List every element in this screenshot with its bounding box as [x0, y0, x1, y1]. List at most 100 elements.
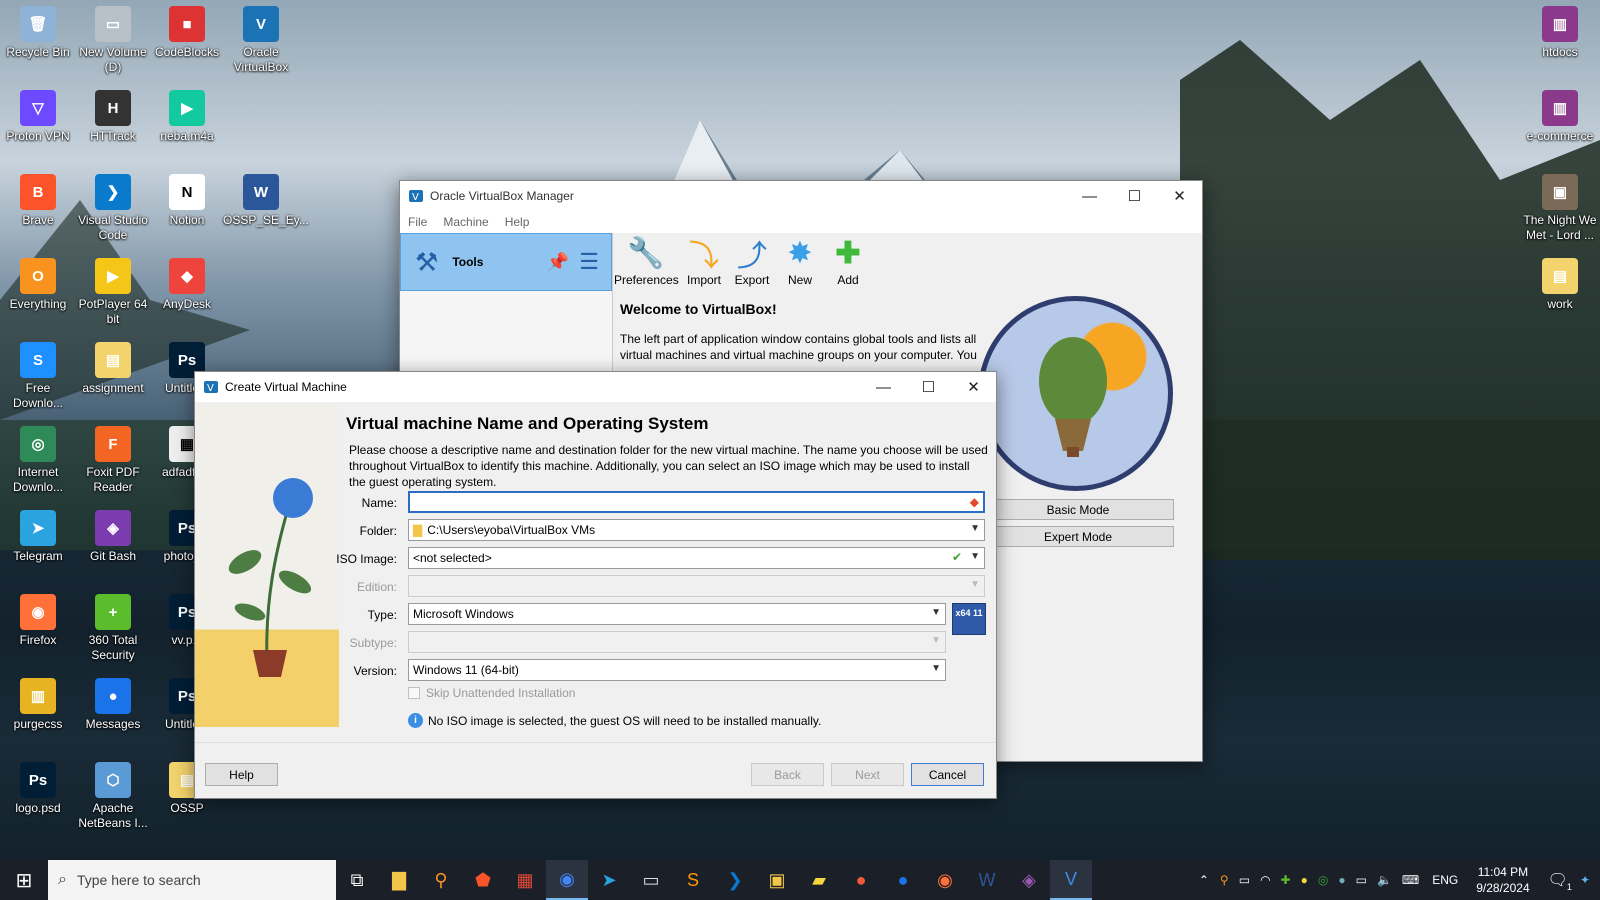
menu-machine[interactable]: Machine [443, 215, 488, 229]
close-button[interactable]: ✕ [1157, 181, 1202, 211]
desktop-icon[interactable]: ▤ work [1522, 258, 1598, 312]
desktop-icon[interactable]: ▶ PotPlayer 64 bit [75, 258, 151, 327]
desktop-icon[interactable]: ▶ neba.m4a [149, 90, 225, 144]
sticky-notes-icon[interactable]: ▰ [798, 860, 840, 900]
dialog-titlebar[interactable]: V Create Virtual Machine — ☐ ✕ [195, 372, 996, 402]
search-box[interactable]: ⌕ Type here to search [48, 860, 336, 900]
desktop-icon[interactable]: N Notion [149, 174, 225, 228]
desktop-icon[interactable]: B Brave [0, 174, 76, 228]
maximize-button[interactable]: ☐ [906, 372, 951, 402]
wifi-icon[interactable]: ◠ [1260, 873, 1270, 887]
desktop-icon[interactable]: ◆ AnyDesk [149, 258, 225, 312]
clock[interactable]: 11:04 PM 9/28/2024 [1476, 864, 1529, 896]
tray-app-icon[interactable]: ▭ [1239, 873, 1250, 887]
app-icon[interactable]: ▣ [756, 860, 798, 900]
tools-item[interactable]: ⚒ Tools 📌 ☰ [400, 233, 612, 291]
virtualbox-taskbar-icon[interactable]: V [1050, 860, 1092, 900]
desktop-icon[interactable]: V Oracle VirtualBox [223, 6, 299, 75]
minimize-button[interactable]: — [1067, 181, 1112, 211]
close-button[interactable]: ✕ [951, 372, 996, 402]
vscode-icon[interactable]: ❯ [714, 860, 756, 900]
language-indicator[interactable]: ENG [1432, 873, 1458, 887]
back-button[interactable]: Back [751, 763, 824, 786]
tray-search-icon[interactable]: ⚲ [1220, 873, 1229, 887]
skip-unattended-checkbox[interactable]: Skip Unattended Installation [408, 686, 575, 700]
tray-360-icon[interactable]: ● [1301, 873, 1308, 887]
desktop-icon[interactable]: ➤ Telegram [0, 510, 76, 564]
folder-select[interactable]: ▇ C:\Users\eyoba\VirtualBox VMs ▼ [408, 519, 985, 541]
name-field[interactable]: ◆ [408, 491, 985, 513]
desktop-icon[interactable]: ▥ e-commerce [1522, 90, 1598, 144]
desktop-icon[interactable]: ◎ Internet Downlo... [0, 426, 76, 495]
desktop-icon[interactable]: ⬡ Apache NetBeans I... [75, 762, 151, 831]
shield-icon[interactable]: ✚ [1281, 873, 1291, 887]
export-button[interactable]: ⤴ Export [730, 233, 774, 291]
desktop-icon[interactable]: ● Messages [75, 678, 151, 732]
copilot-icon[interactable]: ✦ [1580, 873, 1590, 887]
create-vm-dialog[interactable]: V Create Virtual Machine — ☐ ✕ Virtual m… [194, 371, 997, 799]
expert-mode-button[interactable]: Expert Mode [982, 526, 1174, 547]
chevron-up-icon[interactable]: ⌃ [1199, 873, 1209, 887]
menu-help[interactable]: Help [505, 215, 530, 229]
preferences-button[interactable]: 🔧 Preferences [614, 233, 679, 291]
import-button[interactable]: ⤵ Import [682, 233, 726, 291]
basic-mode-button[interactable]: Basic Mode [982, 499, 1174, 520]
desktop-icon[interactable]: 🗑 Recycle Bin [0, 6, 76, 60]
desktop-icon[interactable]: ▣ The Night We Met - Lord ... [1522, 174, 1598, 243]
notification-icon[interactable]: 🗨 1 [1548, 870, 1572, 892]
manager-titlebar[interactable]: V Oracle VirtualBox Manager — ☐ ✕ [400, 181, 1202, 211]
desktop-icon[interactable]: ▽ Proton VPN [0, 90, 76, 144]
keyboard-icon[interactable]: ⌨ [1402, 873, 1419, 887]
desktop-icon[interactable]: W OSSP_SE_Ey... [223, 174, 309, 228]
desktop-icon[interactable]: +360 Total Security [75, 594, 151, 663]
start-button[interactable]: ⊞ [0, 860, 48, 900]
tray-vpn-icon[interactable]: ● [1338, 873, 1345, 887]
desktop-icon[interactable]: ◉ Firefox [0, 594, 76, 648]
desktop-icon[interactable]: ■ CodeBlocks [149, 6, 225, 60]
new-button[interactable]: ✸ New [778, 233, 822, 291]
file-explorer-icon[interactable]: ▇ [378, 860, 420, 900]
app-red-icon[interactable]: ● [840, 860, 882, 900]
desktop-icon[interactable]: ▥ purgecss [0, 678, 76, 732]
desktop-icon[interactable]: F Foxit PDF Reader [75, 426, 151, 495]
edition-select[interactable]: ▼ [408, 575, 985, 597]
version-select[interactable]: Windows 11 (64-bit) ▼ [408, 659, 946, 681]
desktop-icon[interactable]: ▥ htdocs [1522, 6, 1598, 60]
search-app-icon[interactable]: ⚲ [420, 860, 462, 900]
desktop-icon[interactable]: S Free Downlo... [0, 342, 76, 411]
minimize-button[interactable]: — [861, 372, 906, 402]
store-icon[interactable]: ▦ [504, 860, 546, 900]
maximize-button[interactable]: ☐ [1112, 181, 1157, 211]
desktop-icon[interactable]: ❯ Visual Studio Code [75, 174, 151, 243]
list-icon[interactable]: ☰ [579, 249, 599, 275]
messages-icon[interactable]: ● [882, 860, 924, 900]
desktop-icon[interactable]: ▭ New Volume (D) [75, 6, 151, 75]
menu-file[interactable]: File [408, 215, 427, 229]
brave-icon[interactable]: ⬟ [462, 860, 504, 900]
tray-idm-icon[interactable]: ◎ [1318, 873, 1328, 887]
telegram-icon[interactable]: ➤ [588, 860, 630, 900]
help-button[interactable]: Help [205, 763, 278, 786]
type-select[interactable]: Microsoft Windows ▼ [408, 603, 946, 625]
sublime-icon[interactable]: S [672, 860, 714, 900]
chrome-icon[interactable]: ◉ [546, 860, 588, 900]
iso-image-select[interactable]: <not selected> ✔ ▼ [408, 547, 985, 569]
battery-icon[interactable]: ▭ [1356, 873, 1367, 887]
task-view-icon[interactable]: ⧉ [336, 860, 378, 900]
subtype-select[interactable]: ▼ [408, 631, 946, 653]
desktop-icon[interactable]: O Everything [0, 258, 76, 312]
firefox-icon[interactable]: ◉ [924, 860, 966, 900]
git-icon[interactable]: ◈ [1008, 860, 1050, 900]
terminal-icon[interactable]: ▭ [630, 860, 672, 900]
word-icon[interactable]: W [966, 860, 1008, 900]
desktop-icon[interactable]: ◈ Git Bash [75, 510, 151, 564]
add-button[interactable]: ✚ Add [826, 233, 870, 291]
speaker-icon[interactable]: 🔈 [1377, 873, 1392, 887]
desktop-icon[interactable]: ▤ assignment [75, 342, 151, 396]
next-button[interactable]: Next [831, 763, 904, 786]
desktop-icon[interactable]: Ps logo.psd [0, 762, 76, 816]
cancel-button[interactable]: Cancel [911, 763, 984, 786]
pin-icon[interactable]: 📌 [547, 252, 569, 273]
desktop-icon[interactable]: H HTTrack [75, 90, 151, 144]
virtualbox-icon: V [243, 6, 279, 42]
